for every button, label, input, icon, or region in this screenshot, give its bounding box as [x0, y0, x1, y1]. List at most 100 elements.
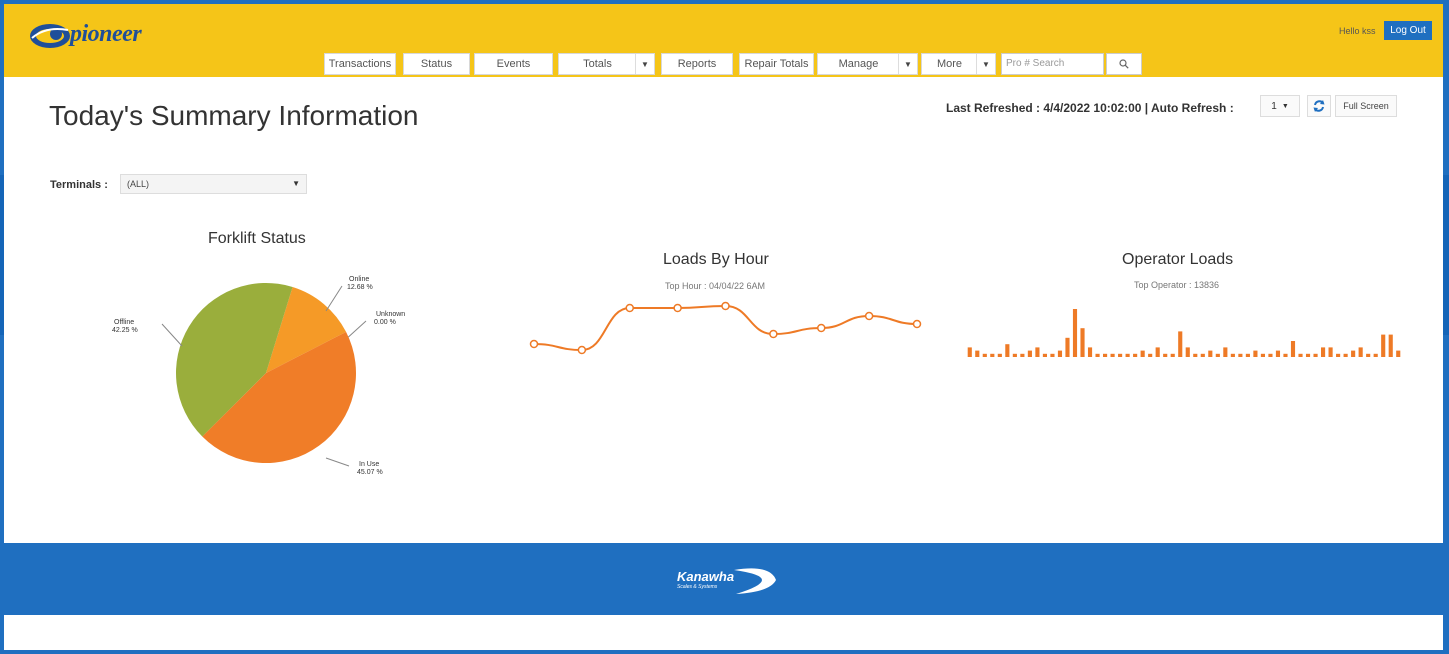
nav-events-button[interactable]: Events [474, 53, 553, 75]
bar[interactable] [1381, 334, 1386, 357]
chevron-down-icon: ▼ [292, 179, 300, 188]
bar[interactable] [1351, 350, 1356, 357]
bar[interactable] [997, 353, 1002, 357]
bar[interactable] [1373, 353, 1378, 357]
bar[interactable] [1268, 353, 1273, 357]
bar[interactable] [1396, 350, 1401, 357]
bar[interactable] [1328, 347, 1333, 357]
bar[interactable] [1275, 350, 1281, 357]
bar[interactable] [1125, 353, 1130, 357]
terminals-select[interactable]: (ALL) ▼ [120, 174, 307, 194]
line-point[interactable] [817, 323, 826, 333]
bar[interactable] [1103, 353, 1108, 357]
bar[interactable] [1298, 353, 1303, 357]
kanawha-logo-sub: Scales & Systems [677, 584, 718, 590]
bar[interactable] [1057, 350, 1063, 357]
bar[interactable] [1027, 350, 1032, 357]
bar[interactable] [1163, 353, 1168, 357]
bar[interactable] [1185, 347, 1190, 357]
bar[interactable] [1215, 353, 1220, 357]
bar[interactable] [1366, 353, 1371, 357]
chevron-down-icon: ▼ [1281, 102, 1289, 110]
bar[interactable] [1042, 353, 1047, 357]
bar[interactable] [975, 350, 980, 357]
series-line [533, 304, 918, 352]
bar[interactable] [1208, 350, 1213, 357]
logo-text: pioneer [70, 21, 142, 47]
full-screen-button[interactable]: Full Screen [1335, 95, 1397, 117]
bar[interactable] [1072, 309, 1078, 357]
bar[interactable] [1260, 353, 1265, 357]
line-point[interactable] [529, 339, 539, 349]
pioneer-swoosh-icon [30, 24, 70, 48]
bar[interactable] [1170, 353, 1175, 357]
bar[interactable] [1245, 353, 1250, 357]
nav-repair-totals-button[interactable]: Repair Totals [739, 53, 814, 75]
bar[interactable] [1020, 353, 1025, 357]
bar[interactable] [1080, 328, 1085, 357]
search-button[interactable] [1106, 53, 1142, 75]
bar[interactable] [1290, 341, 1296, 357]
chevron-down-icon[interactable]: ▼ [635, 54, 654, 74]
nav-reports-button[interactable]: Reports [661, 53, 733, 75]
refresh-button[interactable] [1307, 95, 1331, 117]
line-point[interactable] [769, 329, 778, 339]
pie-leader-line [325, 457, 350, 467]
bar[interactable] [1178, 331, 1183, 357]
bar[interactable] [1230, 353, 1235, 357]
nav-totals-button[interactable]: Totals ▼ [558, 53, 655, 75]
bar[interactable] [1005, 344, 1010, 357]
kanawha-logo[interactable]: Kanawha Scales & Systems [672, 566, 782, 596]
bar[interactable] [1336, 353, 1341, 357]
nav-more-button[interactable]: More ▼ [921, 53, 996, 75]
nav-label: Reports [677, 58, 717, 70]
bar[interactable] [1133, 353, 1138, 357]
bar[interactable] [1305, 353, 1311, 357]
bar[interactable] [1200, 353, 1205, 357]
bar[interactable] [982, 353, 987, 357]
line-point[interactable] [673, 303, 682, 313]
bar[interactable] [1118, 353, 1123, 357]
bar[interactable] [1155, 347, 1160, 357]
pie-leader-line [161, 323, 183, 347]
bar[interactable] [1140, 350, 1145, 357]
bar[interactable] [1087, 347, 1093, 357]
nav-label: Status [420, 58, 453, 70]
bar[interactable] [1148, 353, 1153, 357]
logout-button[interactable]: Log Out [1384, 21, 1432, 40]
bar[interactable] [1223, 347, 1228, 357]
bar[interactable] [1253, 350, 1258, 357]
bar[interactable] [1358, 347, 1363, 357]
bar[interactable] [1012, 353, 1017, 357]
auto-refresh-select[interactable]: 1 ▼ [1260, 95, 1300, 117]
nav-transactions-button[interactable]: Transactions [324, 53, 396, 75]
bar[interactable] [1283, 353, 1288, 357]
nav-manage-button[interactable]: Manage ▼ [817, 53, 918, 75]
line-point[interactable] [721, 301, 730, 311]
bar[interactable] [1343, 353, 1348, 357]
line-point[interactable] [625, 303, 634, 313]
nav-label: Events [496, 58, 531, 70]
pioneer-logo[interactable]: pioneer [28, 18, 148, 54]
pro-search-input[interactable]: Pro # Search [1001, 53, 1104, 75]
nav-status-button[interactable]: Status [403, 53, 470, 75]
line-point[interactable] [864, 311, 874, 321]
loads-by-hour-line [529, 301, 922, 355]
bar[interactable] [1065, 337, 1070, 357]
bar[interactable] [1321, 347, 1326, 357]
bar[interactable] [1238, 353, 1243, 357]
chevron-down-icon[interactable]: ▼ [898, 54, 917, 74]
line-point[interactable] [577, 345, 587, 355]
bar[interactable] [1110, 353, 1115, 357]
bar[interactable] [967, 347, 972, 357]
bar[interactable] [1388, 334, 1393, 357]
bar[interactable] [1035, 347, 1040, 357]
bar[interactable] [990, 353, 995, 357]
bar[interactable] [1050, 353, 1055, 357]
chart-title-operator: Operator Loads [1122, 251, 1234, 268]
bar[interactable] [1095, 353, 1100, 357]
chevron-down-icon[interactable]: ▼ [976, 54, 995, 74]
bar[interactable] [1313, 353, 1318, 357]
line-point[interactable] [912, 319, 922, 329]
bar[interactable] [1193, 353, 1198, 357]
